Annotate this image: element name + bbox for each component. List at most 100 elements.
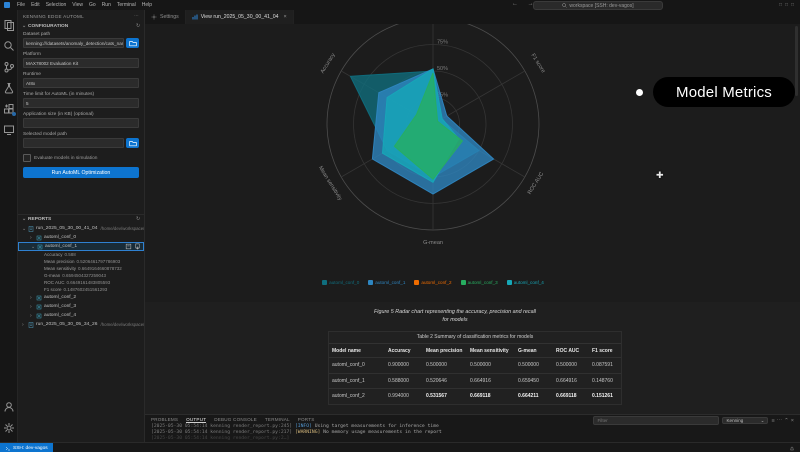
menu-edit[interactable]: Edit — [28, 2, 43, 8]
menu-run[interactable]: Run — [99, 2, 114, 8]
menu-view[interactable]: View — [69, 2, 86, 8]
panel-tab-output[interactable]: OUTPUT — [186, 417, 206, 423]
vscode-logo-icon — [4, 2, 10, 8]
accounts-icon[interactable] — [0, 396, 18, 417]
col-f1-score: F1 score — [589, 348, 621, 354]
legend-label: automl_conf_0 — [329, 280, 359, 285]
table-row: automl_conf_20.9940000.5315670.6691180.6… — [329, 388, 621, 404]
menu-help[interactable]: Help — [139, 2, 155, 8]
status-bar: SSH: dev-vagos — [0, 442, 800, 452]
search-icon — [562, 3, 567, 8]
tab-view-run[interactable]: View run_2025_05_30_00_41_04 × — [186, 10, 294, 24]
output-channel-select[interactable]: Kenning⌄ — [722, 417, 768, 424]
menu-bar: FileEditSelectionViewGoRunTerminalHelp — [14, 2, 155, 8]
menu-file[interactable]: File — [14, 2, 28, 8]
legend-automl_conf_1[interactable]: automl_conf_1 — [368, 280, 405, 285]
metric-mean-sensitivity: Mean sensitivity0.6649164660878732 — [18, 265, 144, 272]
source-control-icon[interactable] — [0, 56, 18, 77]
legend-automl_conf_0[interactable]: automl_conf_0 — [322, 280, 359, 285]
runtime-input[interactable]: AI8x — [23, 78, 139, 88]
metric-roc-auc: ROC AUC0.6649161483805593 — [18, 279, 144, 286]
col-g-mean: G-mean — [515, 348, 553, 354]
extensions-icon[interactable] — [0, 98, 18, 119]
axis-label-accuracy: Accuracy — [320, 52, 337, 75]
metric-f1-score: F1 score0.1487602451561293 — [18, 286, 144, 293]
dataset-path-input[interactable]: kenning:///datasets/anomaly_detection/ca… — [23, 38, 124, 48]
dataset-path-label: Dataset path — [23, 31, 139, 38]
runtime-label: Runtime — [23, 71, 139, 78]
panel-tab-problems[interactable]: PROBLEMS — [151, 417, 178, 422]
legend-label: automl_conf_4 — [514, 280, 544, 285]
layout-controls[interactable]: □□□ — [779, 2, 797, 8]
side-bar: KENNING EDGE AUTOML ⋯ ⌄CONFIGURATION ↻ D… — [18, 10, 145, 442]
platform-input[interactable]: MAX78002 Evaluation Kit — [23, 58, 139, 68]
menu-selection[interactable]: Selection — [43, 2, 70, 8]
panel-tab-debug-console[interactable]: DEBUG CONSOLE — [214, 417, 257, 422]
col-model-name: Model name — [329, 348, 385, 354]
evaluate-simulation-checkbox[interactable] — [23, 154, 31, 162]
refresh-reports-icon[interactable]: ↻ — [136, 217, 140, 222]
export-report-icon[interactable] — [134, 243, 141, 250]
radial-tick: 50% — [437, 66, 448, 72]
legend-automl_conf_4[interactable]: automl_conf_4 — [507, 280, 544, 285]
legend-label: automl_conf_3 — [468, 280, 498, 285]
chevron-down-icon: ⌄ — [761, 418, 765, 424]
time-limit-input[interactable]: 5 — [23, 98, 139, 108]
legend-automl_conf_3[interactable]: automl_conf_3 — [461, 280, 498, 285]
more-actions-icon[interactable]: ⋯ — [134, 13, 139, 19]
panel-tab-terminal[interactable]: TERMINAL — [265, 417, 290, 422]
app-size-input[interactable] — [23, 118, 139, 128]
editor-scrollbar[interactable] — [795, 26, 798, 96]
model-path-label: Selected model path — [23, 131, 139, 138]
model-path-browse-button[interactable] — [126, 138, 139, 148]
reports-section-header[interactable]: ⌄REPORTS ↻ — [18, 215, 144, 224]
model-path-input[interactable] — [23, 138, 124, 148]
legend-chip — [507, 280, 512, 285]
table-row: automl_conf_00.9000000.5000000.5000000.5… — [329, 357, 621, 373]
configuration-section-header[interactable]: ⌄CONFIGURATION ↻ — [18, 22, 144, 31]
test-flask-icon[interactable] — [0, 77, 18, 98]
tab-settings[interactable]: Settings — [145, 10, 186, 24]
tree-item-automl_conf_0[interactable]: ›automl_conf_0 — [18, 233, 144, 242]
menu-terminal[interactable]: Terminal — [114, 2, 139, 8]
col-mean-sensitivity: Mean sensitivity — [467, 348, 515, 354]
open-report-icon[interactable] — [125, 243, 132, 250]
table-row: automl_conf_10.5880000.5206460.6649160.6… — [329, 373, 621, 389]
col-mean-precision: Mean precision — [423, 348, 467, 354]
axis-label-g-mean: G-mean — [423, 240, 443, 246]
search-icon[interactable] — [0, 35, 18, 56]
radar-chart-panel: 25%50%75%Mean precisionF1 scoreROC AUCG-… — [145, 24, 800, 302]
report-run-run_2025_05_30_00_41_04[interactable]: ⌄run_2025_05_30_00_41_04/home/dev/worksp… — [18, 224, 144, 233]
remote-explorer-icon[interactable] — [0, 119, 18, 140]
activity-bar — [0, 10, 18, 442]
remote-indicator[interactable]: SSH: dev-vagos — [0, 443, 53, 452]
app-size-label: Application size (in KB) (optional) — [23, 111, 139, 118]
menu-go[interactable]: Go — [86, 2, 99, 8]
col-accuracy: Accuracy — [385, 348, 423, 354]
chart-legend: automl_conf_0 automl_conf_1 automl_conf_2 a… — [145, 280, 721, 285]
output-filter-input[interactable] — [593, 416, 719, 425]
metric-mean-precision: Mean precision0.5206461797786903 — [18, 258, 144, 265]
metric-accuracy: Accuracy0.588 — [18, 251, 144, 258]
bell-icon[interactable] — [789, 445, 795, 452]
run-automl-button[interactable]: Run AutoML Optimization — [23, 167, 139, 178]
tree-item-automl_conf_4[interactable]: ›automl_conf_4 — [18, 311, 144, 320]
legend-automl_conf_2[interactable]: automl_conf_2 — [414, 280, 451, 285]
time-limit-label: Time limit for AutoML (in minutes) — [23, 91, 139, 98]
output-log: [2025-05-30 05:54:14 kenning render_repo… — [145, 424, 800, 443]
explorer-icon[interactable] — [0, 14, 18, 35]
metrics-table: Table 2 Summary of classification metric… — [328, 331, 622, 405]
close-icon[interactable]: × — [284, 14, 287, 20]
report-run-run_2025_05_30_05_34_26[interactable]: ›run_2025_05_30_05_34_26/home/dev/worksp… — [18, 320, 144, 329]
settings-gear-icon[interactable] — [0, 417, 18, 438]
command-center-search[interactable]: workspace [SSH: dev-vagos] — [533, 1, 663, 10]
tree-item-automl_conf_3[interactable]: ›automl_conf_3 — [18, 302, 144, 311]
folder-icon — [129, 41, 136, 45]
legend-label: automl_conf_2 — [421, 280, 451, 285]
panel-action-icons[interactable]: ≡⋯⌃× — [771, 418, 796, 424]
dataset-path-browse-button[interactable] — [126, 38, 139, 48]
refresh-icon[interactable]: ↻ — [136, 24, 140, 29]
tree-item-automl_conf_2[interactable]: ›automl_conf_2 — [18, 293, 144, 302]
panel-tab-ports[interactable]: PORTS — [298, 417, 315, 422]
tree-item-automl_conf_1[interactable]: ⌄automl_conf_1 — [18, 242, 144, 251]
